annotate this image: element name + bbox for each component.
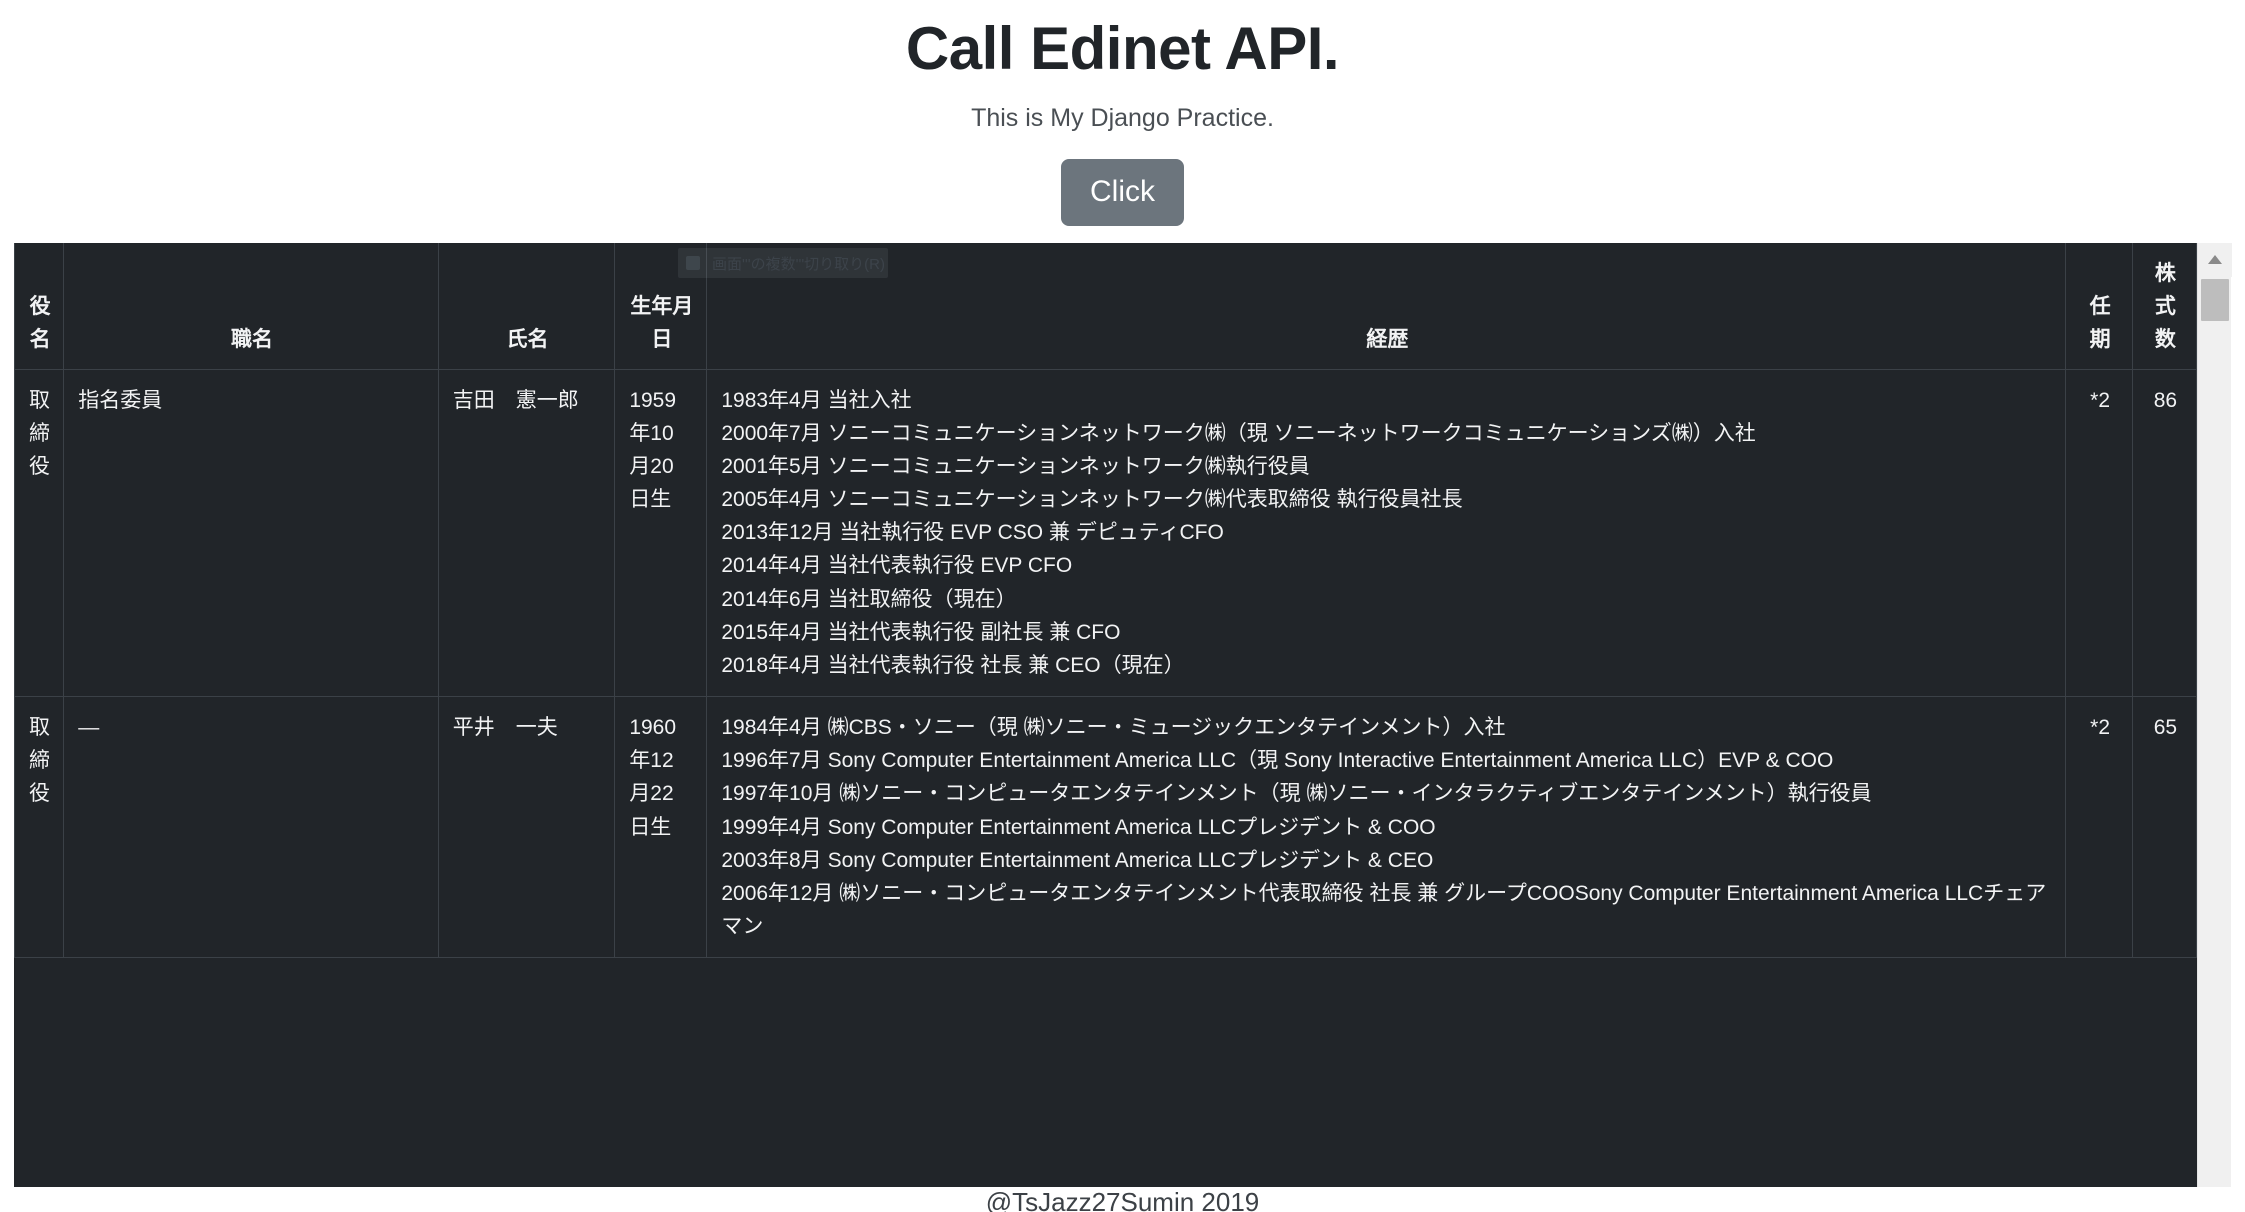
keireki-line: 2014年6月 当社取締役（現在） bbox=[721, 587, 1017, 611]
officers-table: 役名 職名 氏名 生年月日 経歴 任期 株式数 取締役 指名委員 吉田 憲一郎 195… bbox=[14, 243, 2197, 959]
scroll-up-arrow-icon[interactable] bbox=[2198, 243, 2232, 277]
table-body: 取締役 指名委員 吉田 憲一郎 1959年10月20日生 1983年4月 当社入社 200… bbox=[14, 368, 2197, 959]
table-header-row: 役名 職名 氏名 生年月日 経歴 任期 株式数 bbox=[14, 243, 2197, 370]
cell-shokumei: ― bbox=[63, 696, 439, 959]
cell-kabushiki-su: 65 bbox=[2131, 696, 2197, 959]
click-button[interactable]: Click bbox=[1061, 159, 1184, 226]
table-region: 役名 職名 氏名 生年月日 経歴 任期 株式数 取締役 指名委員 吉田 憲一郎 195… bbox=[14, 243, 2232, 1187]
column-header-keireki: 経歴 bbox=[706, 243, 2067, 370]
keireki-line: 2014年4月 当社代表執行役 EVP CFO bbox=[721, 554, 1073, 578]
cell-ninki: *2 bbox=[2065, 696, 2133, 959]
cell-shokumei: 指名委員 bbox=[63, 368, 439, 698]
keireki-line: 2013年12月 当社執行役 EVP CSO 兼 デピュティCFO bbox=[721, 521, 1224, 545]
scrollbar-thumb[interactable] bbox=[2201, 279, 2229, 321]
keireki-line: 1999年4月 Sony Computer Entertainment Amer… bbox=[721, 815, 1436, 839]
column-header-kabushiki-su: 株式数 bbox=[2131, 243, 2197, 370]
keireki-line: 2015年4月 当社代表執行役 副社長 兼 CFO bbox=[721, 620, 1121, 644]
keireki-line: 1997年10月 ㈱ソニー・コンピュータエンタテインメント（現 ㈱ソニー・インタ… bbox=[721, 782, 1872, 806]
keireki-line: 2006年12月 ㈱ソニー・コンピュータエンタテインメント代表取締役 社長 兼 … bbox=[721, 881, 2047, 939]
column-header-yakumei: 役名 bbox=[14, 243, 65, 370]
page-subtitle: This is My Django Practice. bbox=[971, 104, 1274, 132]
keireki-line: 1984年4月 ㈱CBS・ソニー（現 ㈱ソニー・ミュージックエンタテインメント）… bbox=[721, 716, 1506, 740]
cell-kabushiki-su: 86 bbox=[2131, 368, 2197, 698]
table-scroll-container[interactable]: 役名 職名 氏名 生年月日 経歴 任期 株式数 取締役 指名委員 吉田 憲一郎 195… bbox=[14, 243, 2197, 1187]
cell-seinen-gappi: 1960年12月22日生 bbox=[614, 696, 708, 959]
cell-ninki: *2 bbox=[2065, 368, 2133, 698]
cell-keireki: 1984年4月 ㈱CBS・ソニー（現 ㈱ソニー・ミュージックエンタテインメント）… bbox=[706, 696, 2067, 959]
cell-shimei: 吉田 憲一郎 bbox=[437, 368, 616, 698]
column-header-shokumei: 職名 bbox=[63, 243, 439, 370]
keireki-line: 2005年4月 ソニーコミュニケーションネットワーク㈱代表取締役 執行役員社長 bbox=[721, 488, 1463, 512]
column-header-shimei: 氏名 bbox=[437, 243, 616, 370]
column-header-ninki: 任期 bbox=[2065, 243, 2133, 370]
cell-yakumei: 取締役 bbox=[14, 368, 65, 698]
table-head: 役名 職名 氏名 生年月日 経歴 任期 株式数 bbox=[14, 243, 2197, 370]
table-row: 取締役 ― 平井 一夫 1960年12月22日生 1984年4月 ㈱CBS・ソニー（現 … bbox=[14, 696, 2197, 959]
keireki-line: 2000年7月 ソニーコミュニケーションネットワーク㈱（現 ソニーネットワークコ… bbox=[721, 421, 1756, 445]
footer-copyright: @TsJazz27Sumin 2019 bbox=[985, 1187, 1260, 1212]
page-title: Call Edinet API. bbox=[905, 15, 1340, 82]
cell-yakumei: 取締役 bbox=[14, 696, 65, 959]
keireki-line: 1996年7月 Sony Computer Entertainment Amer… bbox=[721, 749, 1834, 773]
keireki-line: 1983年4月 当社入社 bbox=[721, 388, 912, 412]
vertical-scrollbar[interactable] bbox=[2197, 243, 2232, 1187]
page-root: Call Edinet API. This is My Django Pract… bbox=[0, 0, 2245, 1212]
keireki-line: 2003年8月 Sony Computer Entertainment Amer… bbox=[721, 848, 1434, 872]
table-row: 取締役 指名委員 吉田 憲一郎 1959年10月20日生 1983年4月 当社入社 200… bbox=[14, 368, 2197, 698]
keireki-line: 2018年4月 当社代表執行役 社長 兼 CEO（現在） bbox=[721, 653, 1185, 677]
column-header-seinen-gappi: 生年月日 bbox=[614, 243, 708, 370]
click-button-container: Click bbox=[0, 133, 2245, 236]
keireki-line: 2001年5月 ソニーコミュニケーションネットワーク㈱執行役員 bbox=[721, 454, 1310, 478]
page-header: Call Edinet API. This is My Django Pract… bbox=[0, 0, 2245, 236]
cell-shimei: 平井 一夫 bbox=[437, 696, 616, 959]
cell-keireki: 1983年4月 当社入社 2000年7月 ソニーコミュニケーションネットワーク㈱（… bbox=[706, 368, 2067, 698]
page-footer: @TsJazz27Sumin 2019 bbox=[0, 1187, 2245, 1212]
cell-seinen-gappi: 1959年10月20日生 bbox=[614, 368, 708, 698]
